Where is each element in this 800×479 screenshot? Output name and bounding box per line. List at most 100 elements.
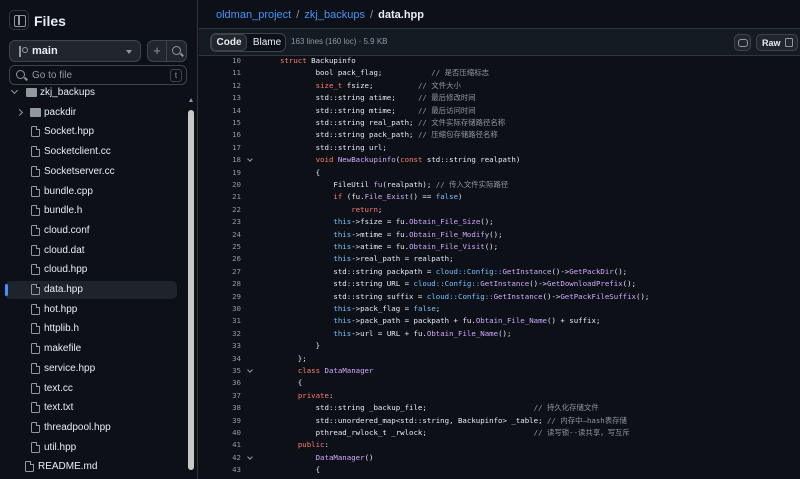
tree-file[interactable]: cloud.hpp: [0, 261, 186, 279]
tree-folder[interactable]: packdir: [0, 104, 186, 122]
tree-file[interactable]: makefile: [0, 340, 186, 358]
add-file-button[interactable]: +: [147, 40, 167, 62]
chevron-right-icon[interactable]: [15, 108, 24, 116]
tree-file[interactable]: text.txt: [0, 399, 186, 417]
branch-selector-button[interactable]: main: [9, 40, 141, 62]
code-view-button[interactable]: Code: [211, 34, 247, 51]
line-number[interactable]: 11: [199, 67, 241, 79]
file-icon: [31, 402, 40, 414]
code-token: ()->: [551, 266, 570, 276]
tree-file[interactable]: Socketserver.cc: [0, 163, 186, 181]
code-token: FileUtil: [280, 180, 374, 189]
line-number[interactable]: 38: [199, 402, 241, 414]
line-number[interactable]: 15: [199, 117, 241, 129]
file-icon: [31, 205, 40, 217]
line-number[interactable]: 19: [199, 167, 241, 179]
fold-chevron-icon[interactable]: [247, 367, 253, 373]
tree-file[interactable]: bundle.cpp: [0, 183, 186, 201]
line-number[interactable]: 31: [199, 315, 241, 327]
tree-file[interactable]: cloud.dat: [0, 242, 186, 260]
tree-file[interactable]: cloud.conf: [0, 222, 186, 240]
file-icon: [31, 244, 40, 256]
tree-file[interactable]: bundle.h: [0, 202, 186, 220]
line-number[interactable]: 32: [199, 328, 241, 340]
line-number[interactable]: 13: [199, 92, 241, 104]
line-number[interactable]: 18: [199, 154, 241, 166]
line-number[interactable]: 26: [199, 253, 241, 265]
tree-file[interactable]: util.hpp: [0, 439, 186, 457]
line-number[interactable]: 37: [199, 390, 241, 402]
git-branch-icon: [18, 46, 28, 58]
copy-icon[interactable]: [785, 38, 793, 47]
line-number[interactable]: 27: [199, 266, 241, 278]
line-number[interactable]: 25: [199, 241, 241, 253]
tree-file[interactable]: Socket.hpp: [0, 123, 186, 141]
tree-file[interactable]: hot.hpp: [0, 301, 186, 319]
line-number[interactable]: 30: [199, 303, 241, 315]
line-number[interactable]: 42: [199, 452, 241, 464]
tree-file[interactable]: text.cc: [0, 380, 186, 398]
code-line: 30 this->pack_flag = false;: [199, 303, 800, 315]
blame-view-button[interactable]: Blame: [249, 34, 285, 51]
line-number[interactable]: 21: [199, 191, 241, 203]
file-sidebar: Files main + Go to file t zkj_backups pac…: [0, 0, 198, 479]
scrollbar-thumb[interactable]: [188, 110, 194, 470]
sidebar-scrollbar[interactable]: [187, 96, 195, 479]
tree-file[interactable]: README.md: [0, 458, 186, 476]
breadcrumb-repo-link[interactable]: oldman_project: [216, 9, 291, 21]
raw-button[interactable]: Raw: [756, 34, 798, 51]
scroll-up-icon[interactable]: [189, 98, 193, 102]
collapse-sidebar-icon[interactable]: [9, 10, 29, 30]
code-token: // 文件实际存储路径名称: [417, 118, 506, 127]
tree-file[interactable]: threadpool.hpp: [0, 419, 186, 437]
breadcrumb-folder-link[interactable]: zkj_backups: [304, 9, 365, 21]
line-number[interactable]: 17: [199, 142, 241, 154]
file-icon: [31, 323, 40, 335]
code-token: ();: [480, 217, 494, 227]
line-number[interactable]: 33: [199, 340, 241, 352]
tree-file[interactable]: data.hpp: [5, 281, 177, 299]
line-number[interactable]: 28: [199, 278, 241, 290]
tree-item-label: bundle.cpp: [44, 185, 93, 197]
tree-file[interactable]: service.hpp: [0, 360, 186, 378]
code-token: std::string pack_path;: [280, 130, 418, 140]
line-number[interactable]: 16: [199, 129, 241, 141]
code-token: cloud::Config::: [413, 279, 481, 289]
tree-item-label: text.txt: [44, 402, 74, 414]
code-token: private: [297, 390, 329, 400]
line-number[interactable]: 35: [199, 365, 241, 377]
search-button[interactable]: [167, 40, 187, 62]
tree-folder[interactable]: zkj_backups: [0, 84, 186, 102]
code-token: // 压缩包存储路径名称: [417, 130, 498, 140]
line-number[interactable]: 43: [199, 464, 241, 476]
chevron-down-icon[interactable]: [10, 86, 19, 95]
line-number[interactable]: 36: [199, 377, 241, 389]
copilot-icon[interactable]: [734, 34, 751, 51]
code-token: {: [280, 465, 321, 475]
line-number[interactable]: 29: [199, 291, 241, 303]
code-token: size_t: [315, 80, 343, 90]
line-number[interactable]: 14: [199, 105, 241, 117]
line-number[interactable]: 40: [199, 427, 241, 439]
line-number[interactable]: 23: [199, 216, 241, 228]
line-number[interactable]: 10: [199, 56, 241, 67]
line-number[interactable]: 12: [199, 80, 241, 92]
code-line: 37 private:: [199, 390, 800, 402]
line-number[interactable]: 41: [199, 439, 241, 451]
line-number[interactable]: 24: [199, 229, 241, 241]
fold-chevron-icon[interactable]: [247, 156, 253, 163]
line-number[interactable]: 34: [199, 353, 241, 365]
tree-file[interactable]: Socketclient.cc: [0, 143, 186, 161]
code-text: std::string mtime; // 最后访问时间: [280, 105, 476, 117]
code-token: fsize;: [342, 80, 418, 90]
code-token: struct: [280, 56, 312, 65]
fold-chevron-icon[interactable]: [247, 453, 253, 460]
line-number[interactable]: 22: [199, 204, 241, 216]
go-to-file-input[interactable]: Go to file t: [9, 65, 187, 85]
line-number[interactable]: 39: [199, 415, 241, 427]
line-number[interactable]: 20: [199, 179, 241, 191]
code-line: 27 std::string packpath = cloud::Config:…: [199, 266, 800, 278]
tree-file[interactable]: httplib.h: [0, 320, 186, 338]
